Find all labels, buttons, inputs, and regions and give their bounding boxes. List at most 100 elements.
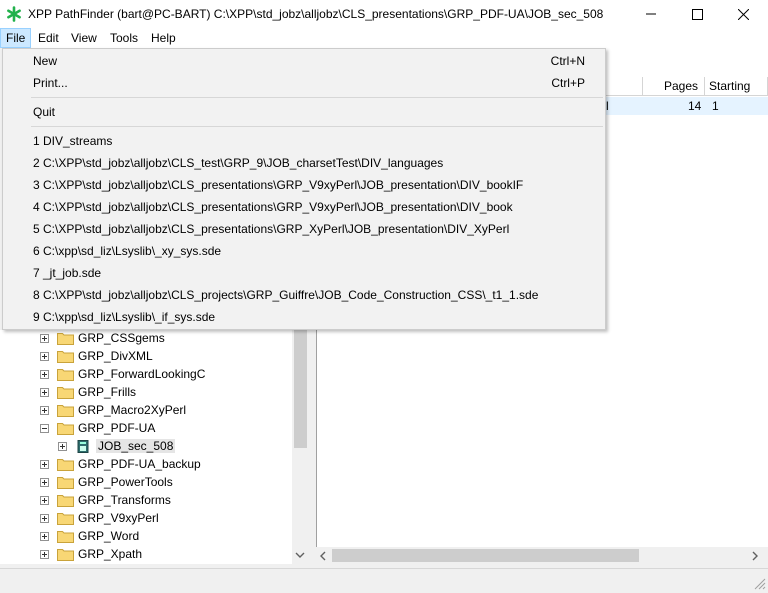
menu-item-recent-file[interactable]: 8 C:\XPP\std_jobz\alljobz\CLS_projects\G… [3,284,605,306]
expand-icon[interactable] [40,531,49,541]
tree-item-label: GRP_PowerTools [78,475,173,489]
minimize-icon [646,13,656,15]
menu-item-print[interactable]: Print... Ctrl+P [3,72,605,94]
menu-item-new-label: New [33,54,58,68]
folder-icon [57,458,78,471]
list-row-starting-cell: 1 [712,99,719,113]
menu-item-print-shortcut: Ctrl+P [551,76,585,90]
collapse-icon[interactable] [40,423,49,433]
menu-help[interactable]: Help [146,28,181,48]
tree-item-label: GRP_DivXML [78,349,153,363]
expand-icon[interactable] [40,405,49,415]
expand-icon[interactable] [40,459,49,469]
menu-item-recent-file-label: 1 DIV_streams [33,134,113,148]
menu-item-recent-file-label: 3 C:\XPP\std_jobz\alljobz\CLS_presentati… [33,178,524,192]
list-row-partial-cell: l [606,99,609,113]
folder-icon [57,368,78,381]
window-title: XPP PathFinder (bart@PC-BART) C:\XPP\std… [28,7,604,21]
menu-item-recent-file[interactable]: 4 C:\XPP\std_jobz\alljobz\CLS_presentati… [3,196,605,218]
menu-item-new-shortcut: Ctrl+N [550,54,585,68]
tree-item-group[interactable]: GRP_Frills [40,383,136,401]
menu-file[interactable]: File [0,28,32,48]
scroll-down-icon[interactable] [294,550,306,560]
tree-item-group[interactable]: GRP_PDF-UA [40,419,155,437]
menu-item-print-label: Print... [33,76,68,90]
folder-icon [57,422,78,435]
menu-item-recent-file-label: 9 C:\xpp\sd_liz\Lsyslib\_if_sys.sde [33,310,216,324]
maximize-button[interactable] [674,0,720,28]
tree-item-group[interactable]: GRP_Xpath [40,545,142,563]
tree-item-group[interactable]: GRP_Macro2XyPerl [40,401,186,419]
tree-item-group[interactable]: GRP_V9xyPerl [40,509,159,527]
status-bar [0,568,768,593]
menu-item-quit-label: Quit [33,105,56,119]
expand-icon[interactable] [40,351,49,361]
folder-icon [57,494,78,507]
column-header-pages[interactable]: Pages [643,77,705,96]
list-row-pages-cell: 14 [688,99,702,113]
expand-icon[interactable] [40,513,49,523]
menu-item-recent-file[interactable]: 2 C:\XPP\std_jobz\alljobz\CLS_test\GRP_9… [3,152,605,174]
menu-view[interactable]: View [66,28,102,48]
tree-item-label: GRP_PDF-UA [78,421,156,435]
menu-item-recent-file[interactable]: 9 C:\xpp\sd_liz\Lsyslib\_if_sys.sde [3,306,605,328]
expand-icon[interactable] [40,495,49,505]
menu-item-recent-file-label: 2 C:\XPP\std_jobz\alljobz\CLS_test\GRP_9… [33,156,444,170]
menu-item-recent-file[interactable]: 5 C:\XPP\std_jobz\alljobz\CLS_presentati… [3,218,605,240]
menu-item-recent-file-label: 7 _jt_job.sde [33,266,102,280]
menu-item-recent-file[interactable]: 7 _jt_job.sde [3,262,605,284]
resize-grip-icon[interactable] [752,576,766,590]
menu-item-recent-file-label: 4 C:\XPP\std_jobz\alljobz\CLS_presentati… [33,200,513,214]
folder-icon [57,512,78,525]
close-button[interactable] [720,0,766,28]
menu-item-recent-file[interactable]: 6 C:\xpp\sd_liz\Lsyslib\_xy_sys.sde [3,240,605,262]
tree-item-group[interactable]: GRP_Word [40,527,139,545]
expand-icon[interactable] [40,549,49,559]
menu-edit[interactable]: Edit [33,28,64,48]
tree-item-group[interactable]: GRP_Transforms [40,491,171,509]
menu-item-recent-file-label: 8 C:\XPP\std_jobz\alljobz\CLS_projects\G… [33,288,539,302]
green-asterisk-icon [7,6,21,22]
expand-icon[interactable] [58,441,67,451]
menu-item-recent-file-label: 6 C:\xpp\sd_liz\Lsyslib\_xy_sys.sde [33,244,222,258]
menu-separator [31,97,603,98]
menu-item-recent-file-label: 5 C:\XPP\std_jobz\alljobz\CLS_presentati… [33,222,510,236]
menu-item-recent-file[interactable]: 3 C:\XPP\std_jobz\alljobz\CLS_presentati… [3,174,605,196]
folder-icon [57,548,78,561]
expand-icon[interactable] [40,333,49,343]
column-header-starting[interactable]: Starting [705,77,768,96]
tree-item-group[interactable]: GRP_PDF-UA_backup [40,455,201,473]
menu-item-new[interactable]: New Ctrl+N [3,50,605,72]
tree-item-group[interactable]: GRP_CSSgems [40,329,165,347]
tree-item-group[interactable]: GRP_DivXML [40,347,153,365]
tree-item-label: GRP_V9xyPerl [78,511,159,525]
tree-item-label: JOB_sec_508 [96,439,176,453]
tree-scrollbar-thumb[interactable] [294,330,307,448]
job-book-icon [75,439,96,453]
tree-item-label: GRP_Word [78,529,140,543]
scroll-right-icon[interactable] [750,550,760,562]
expand-icon[interactable] [40,369,49,379]
menu-separator [31,126,603,127]
tree-item-label: GRP_Transforms [78,493,171,507]
menu-item-recent-file[interactable]: 1 DIV_streams [3,130,605,152]
expand-icon[interactable] [40,387,49,397]
tree-item-job[interactable]: JOB_sec_508 [58,437,176,455]
tree-item-group[interactable]: GRP_ForwardLookingC [40,365,205,383]
list-scrollbar-thumb[interactable] [332,549,639,562]
tree-item-label: GRP_ForwardLookingC [78,367,206,381]
scroll-left-icon[interactable] [318,550,328,562]
tree-item-label: GRP_CSSgems [78,331,165,345]
menu-item-quit[interactable]: Quit [3,101,605,123]
tree-item-label: GRP_PDF-UA_backup [78,457,201,471]
expand-icon[interactable] [40,477,49,487]
column-header-name[interactable] [606,77,643,96]
folder-icon [57,350,78,363]
minimize-button[interactable] [628,0,674,28]
tree-item-label: GRP_Macro2XyPerl [78,403,187,417]
folder-icon [57,530,78,543]
tree-item-group[interactable]: GRP_PowerTools [40,473,173,491]
folder-icon [57,332,78,345]
menu-tools[interactable]: Tools [105,28,143,48]
tree-item-label: GRP_Frills [78,385,137,399]
